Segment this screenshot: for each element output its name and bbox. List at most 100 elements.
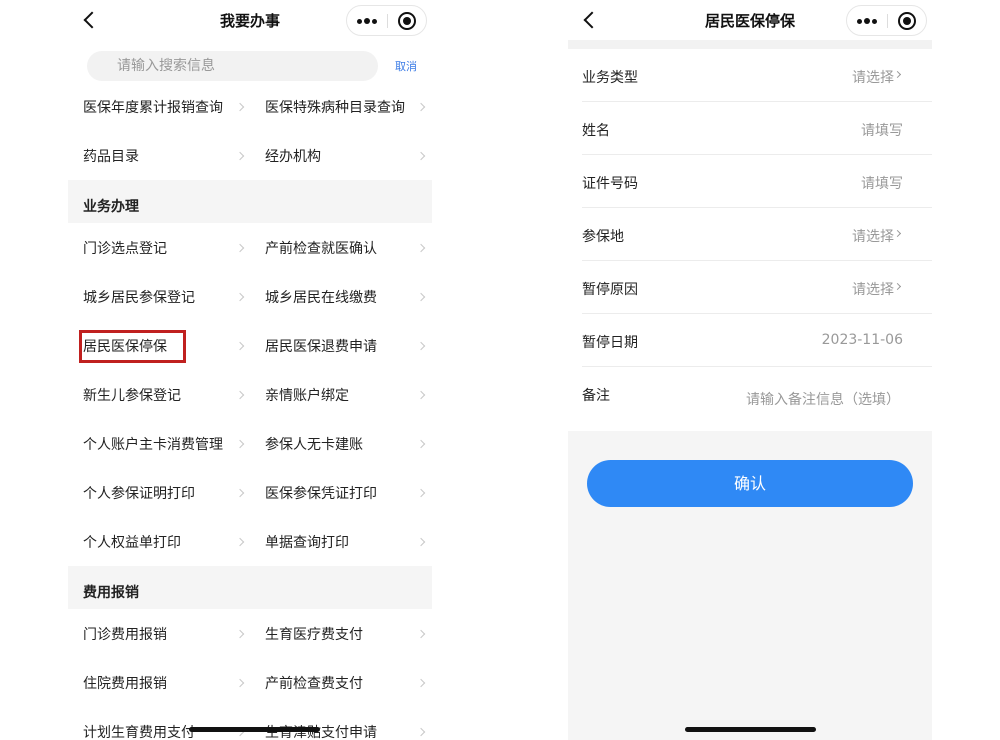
close-target-icon[interactable] <box>398 12 416 30</box>
mini-program-capsule <box>346 5 427 36</box>
search-placeholder: 请输入搜索信息 <box>117 58 215 74</box>
service-item-label: 计划生育费用支付 <box>83 725 195 740</box>
service-item[interactable]: 个人权益单打印 <box>68 517 250 566</box>
service-list-screen: 我要办事 请输入搜索信息 取消 医保年度累计报销查询 医保特殊病种目录查询药品目录… <box>68 0 432 740</box>
form-field-label: 备注 <box>582 388 610 404</box>
service-item[interactable]: 新生儿参保登记 <box>68 370 250 419</box>
service-item-label: 个人账户主卡消费管理 <box>83 437 223 453</box>
service-item-label: 药品目录 <box>83 149 139 165</box>
search-input[interactable]: 请输入搜索信息 <box>87 51 378 81</box>
service-item-label: 门诊选点登记 <box>83 241 167 257</box>
form-field[interactable]: 证件号码 请填写 <box>582 155 932 208</box>
service-item[interactable]: 住院费用报销 <box>68 658 250 707</box>
chevron-right-icon <box>235 243 245 253</box>
service-item[interactable]: 医保年度累计报销查询 <box>68 82 250 131</box>
form-field-label: 暂停原因 <box>582 282 638 298</box>
service-item[interactable]: 居民医保退费申请 <box>250 321 432 370</box>
chevron-right-icon <box>235 488 245 498</box>
chevron-right-icon <box>416 678 426 688</box>
service-item[interactable]: 门诊费用报销 <box>68 609 250 658</box>
menu-row: 个人账户主卡消费管理 参保人无卡建账 <box>68 419 432 468</box>
chevron-right-icon <box>235 439 245 449</box>
chevron-right-icon <box>235 151 245 161</box>
form-field[interactable]: 业务类型 请选择 <box>582 49 932 102</box>
service-item[interactable]: 生育医疗费支付 <box>250 609 432 658</box>
form-field-label: 姓名 <box>582 123 610 139</box>
close-target-icon[interactable] <box>898 12 916 30</box>
form-field[interactable]: 参保地 请选择 <box>582 208 932 261</box>
service-item-label: 医保年度累计报销查询 <box>83 100 223 116</box>
form-field[interactable]: 姓名 请填写 <box>582 102 932 155</box>
capsule-divider <box>887 14 888 28</box>
service-item-label: 产前检查就医确认 <box>265 241 377 257</box>
service-item[interactable]: 医保特殊病种目录查询 <box>250 82 432 131</box>
chevron-right-icon <box>893 229 902 238</box>
service-item[interactable]: 个人参保证明打印 <box>68 468 250 517</box>
service-item-label: 单据查询打印 <box>265 535 349 551</box>
menu-row: 医保年度累计报销查询 医保特殊病种目录查询 <box>68 82 432 131</box>
search-cancel-button[interactable]: 取消 <box>395 58 417 74</box>
menu-row: 门诊费用报销 生育医疗费支付 <box>68 609 432 658</box>
nav-bar: 我要办事 <box>68 0 432 40</box>
chevron-right-icon <box>416 151 426 161</box>
capsule-divider <box>387 14 388 28</box>
chevron-right-icon <box>416 390 426 400</box>
chevron-right-icon <box>416 629 426 639</box>
form-field-label: 暂停日期 <box>582 335 638 351</box>
chevron-right-icon <box>416 243 426 253</box>
service-item[interactable]: 产前检查就医确认 <box>250 223 432 272</box>
menu-row: 药品目录 经办机构 <box>68 131 432 180</box>
form-field[interactable]: 暂停原因 请选择 <box>582 261 932 314</box>
form-top-divider <box>568 40 932 49</box>
service-item[interactable]: 经办机构 <box>250 131 432 180</box>
menu-row: 个人权益单打印 单据查询打印 <box>68 517 432 566</box>
form-field[interactable]: 备注 请输入备注信息（选填） <box>582 367 932 431</box>
section-header: 业务办理 <box>68 180 432 223</box>
more-dots-icon[interactable] <box>847 6 887 35</box>
service-item-label: 医保特殊病种目录查询 <box>265 100 405 116</box>
confirm-button[interactable]: 确认 <box>587 460 913 507</box>
service-item[interactable]: 门诊选点登记 <box>68 223 250 272</box>
menu-row: 住院费用报销 产前检查费支付 <box>68 658 432 707</box>
chevron-right-icon <box>416 292 426 302</box>
chevron-right-icon <box>416 727 426 737</box>
form-field-label: 业务类型 <box>582 70 638 86</box>
form-field[interactable]: 暂停日期 2023-11-06 <box>582 314 932 367</box>
more-dots-icon[interactable] <box>347 6 387 35</box>
menu-row: 门诊选点登记 产前检查就医确认 <box>68 223 432 272</box>
chevron-right-icon <box>416 102 426 112</box>
stop-insurance-form-screen: 居民医保停保 业务类型 请选择 姓名 请填写 证件号码 请填写 参保地 请选择 暂停原因 请选择暂… <box>568 0 932 740</box>
service-item-label: 医保参保凭证打印 <box>265 486 377 502</box>
service-item[interactable]: 生育津贴支付申请 <box>250 707 432 740</box>
service-item[interactable]: 城乡居民参保登记 <box>68 272 250 321</box>
highlight-annotation <box>79 330 186 363</box>
nav-bar: 居民医保停保 <box>568 0 932 40</box>
chevron-right-icon <box>235 678 245 688</box>
chevron-right-icon <box>235 102 245 112</box>
service-item-label: 个人权益单打印 <box>83 535 181 551</box>
form-field-value: 请选择 <box>852 282 894 298</box>
section-header: 费用报销 <box>68 566 432 609</box>
chevron-right-icon <box>235 629 245 639</box>
service-item-label: 产前检查费支付 <box>265 676 363 692</box>
service-item-label: 亲情账户绑定 <box>265 388 349 404</box>
form-field-value: 2023-11-06 <box>821 332 903 348</box>
service-item[interactable]: 医保参保凭证打印 <box>250 468 432 517</box>
section-title: 业务办理 <box>83 199 139 215</box>
service-item[interactable]: 亲情账户绑定 <box>250 370 432 419</box>
service-item[interactable]: 药品目录 <box>68 131 250 180</box>
chevron-right-icon <box>235 341 245 351</box>
service-item[interactable]: 计划生育费用支付 <box>68 707 250 740</box>
service-item[interactable]: 参保人无卡建账 <box>250 419 432 468</box>
service-item-label: 城乡居民参保登记 <box>83 290 195 306</box>
chevron-right-icon <box>235 292 245 302</box>
service-item[interactable]: 产前检查费支付 <box>250 658 432 707</box>
service-item-label: 居民医保退费申请 <box>265 339 377 355</box>
form-field-label: 参保地 <box>582 229 624 245</box>
section-title: 费用报销 <box>83 585 139 601</box>
service-item[interactable]: 城乡居民在线缴费 <box>250 272 432 321</box>
menu-row: 城乡居民参保登记 城乡居民在线缴费 <box>68 272 432 321</box>
menu-row: 计划生育费用支付 生育津贴支付申请 <box>68 707 432 740</box>
service-item[interactable]: 个人账户主卡消费管理 <box>68 419 250 468</box>
service-item[interactable]: 单据查询打印 <box>250 517 432 566</box>
